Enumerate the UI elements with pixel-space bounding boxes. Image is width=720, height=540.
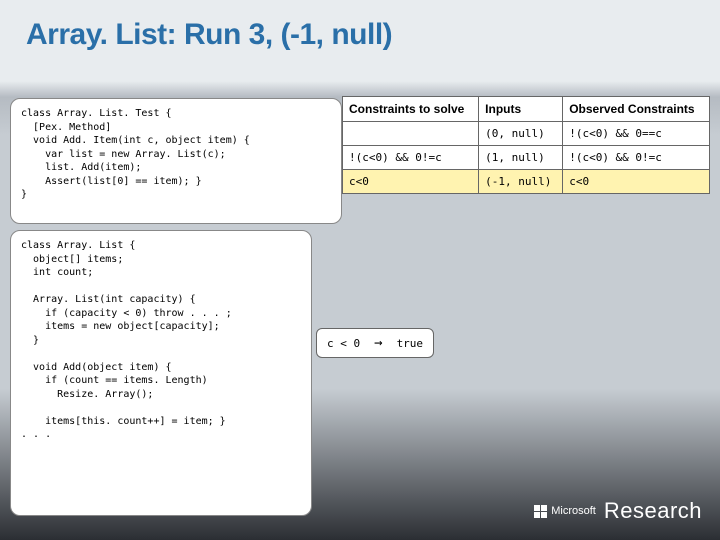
microsoft-squares-icon [534, 505, 547, 518]
table-row: c<0(-1, null)c<0 [343, 170, 710, 194]
table-cell: c<0 [563, 170, 710, 194]
table-cell: !(c<0) && 0==c [563, 122, 710, 146]
callout-rhs: true [397, 337, 424, 350]
footer-logo: Microsoft Research [534, 498, 702, 524]
slide-title: Array. List: Run 3, (-1, null) [26, 18, 392, 52]
arraylist-class-code: class Array. List { object[] items; int … [10, 230, 312, 516]
constraints-table-body: (0, null)!(c<0) && 0==c!(c<0) && 0!=c(1,… [343, 122, 710, 194]
test-class-code: class Array. List. Test { [Pex. Method] … [10, 98, 342, 224]
slide: Array. List: Run 3, (-1, null) class Arr… [0, 0, 720, 540]
arrow-right-icon: → [374, 335, 382, 351]
table-cell [343, 122, 479, 146]
evaluation-callout: c < 0 → true [316, 328, 434, 358]
callout-lhs: c < 0 [327, 337, 360, 350]
col-observed-constraints: Observed Constraints [563, 97, 710, 122]
col-inputs: Inputs [479, 97, 563, 122]
table-cell: !(c<0) && 0!=c [343, 146, 479, 170]
microsoft-logo: Microsoft [534, 505, 596, 518]
table-row: (0, null)!(c<0) && 0==c [343, 122, 710, 146]
constraints-table: Constraints to solve Inputs Observed Con… [342, 96, 710, 194]
table-row: !(c<0) && 0!=c(1, null)!(c<0) && 0!=c [343, 146, 710, 170]
table-cell: (0, null) [479, 122, 563, 146]
col-constraints-to-solve: Constraints to solve [343, 97, 479, 122]
microsoft-text: Microsoft [551, 505, 596, 517]
table-cell: (-1, null) [479, 170, 563, 194]
table-cell: c<0 [343, 170, 479, 194]
table-cell: (1, null) [479, 146, 563, 170]
table-cell: !(c<0) && 0!=c [563, 146, 710, 170]
research-text: Research [604, 498, 702, 524]
